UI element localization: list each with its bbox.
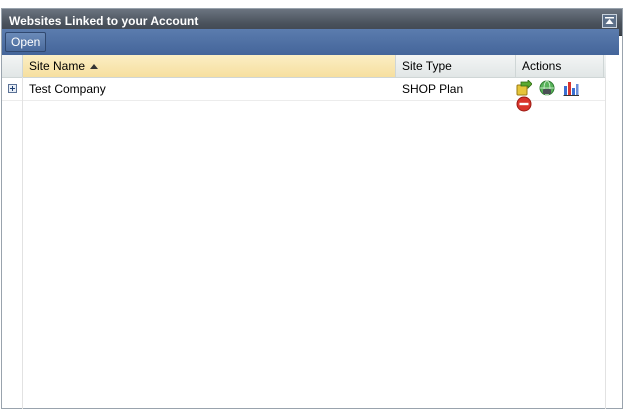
open-button[interactable]: Open bbox=[5, 32, 47, 52]
panel-title: Websites Linked to your Account bbox=[9, 14, 199, 28]
site-name-cell: Test Company bbox=[29, 82, 106, 96]
stats-chart-icon[interactable] bbox=[563, 80, 579, 96]
websites-grid: Site Name Site Type Actions Test Company… bbox=[2, 55, 606, 112]
collapse-up-icon[interactable] bbox=[602, 14, 617, 28]
actions-cell bbox=[516, 80, 606, 112]
globe-icon[interactable] bbox=[539, 80, 555, 96]
header-expander-column bbox=[2, 55, 23, 77]
grid-toolbar: Open bbox=[2, 29, 619, 55]
table-row[interactable]: Test Company SHOP Plan bbox=[2, 78, 606, 112]
sort-ascending-icon bbox=[90, 64, 99, 69]
column-header-label: Site Name bbox=[29, 59, 86, 73]
grid-column-divider bbox=[605, 77, 606, 409]
column-header-label: Actions bbox=[522, 59, 562, 73]
grid-header: Site Name Site Type Actions bbox=[2, 55, 606, 78]
expand-plus-icon[interactable] bbox=[8, 84, 17, 93]
column-header-label: Site Type bbox=[402, 59, 452, 73]
login-arrow-icon[interactable] bbox=[516, 80, 532, 96]
column-header-actions[interactable]: Actions bbox=[516, 55, 604, 77]
column-header-site-name[interactable]: Site Name bbox=[23, 55, 396, 77]
delete-icon[interactable] bbox=[516, 96, 532, 112]
grid-column-divider bbox=[22, 77, 23, 409]
column-header-site-type[interactable]: Site Type bbox=[396, 55, 516, 77]
site-type-cell: SHOP Plan bbox=[402, 82, 464, 96]
